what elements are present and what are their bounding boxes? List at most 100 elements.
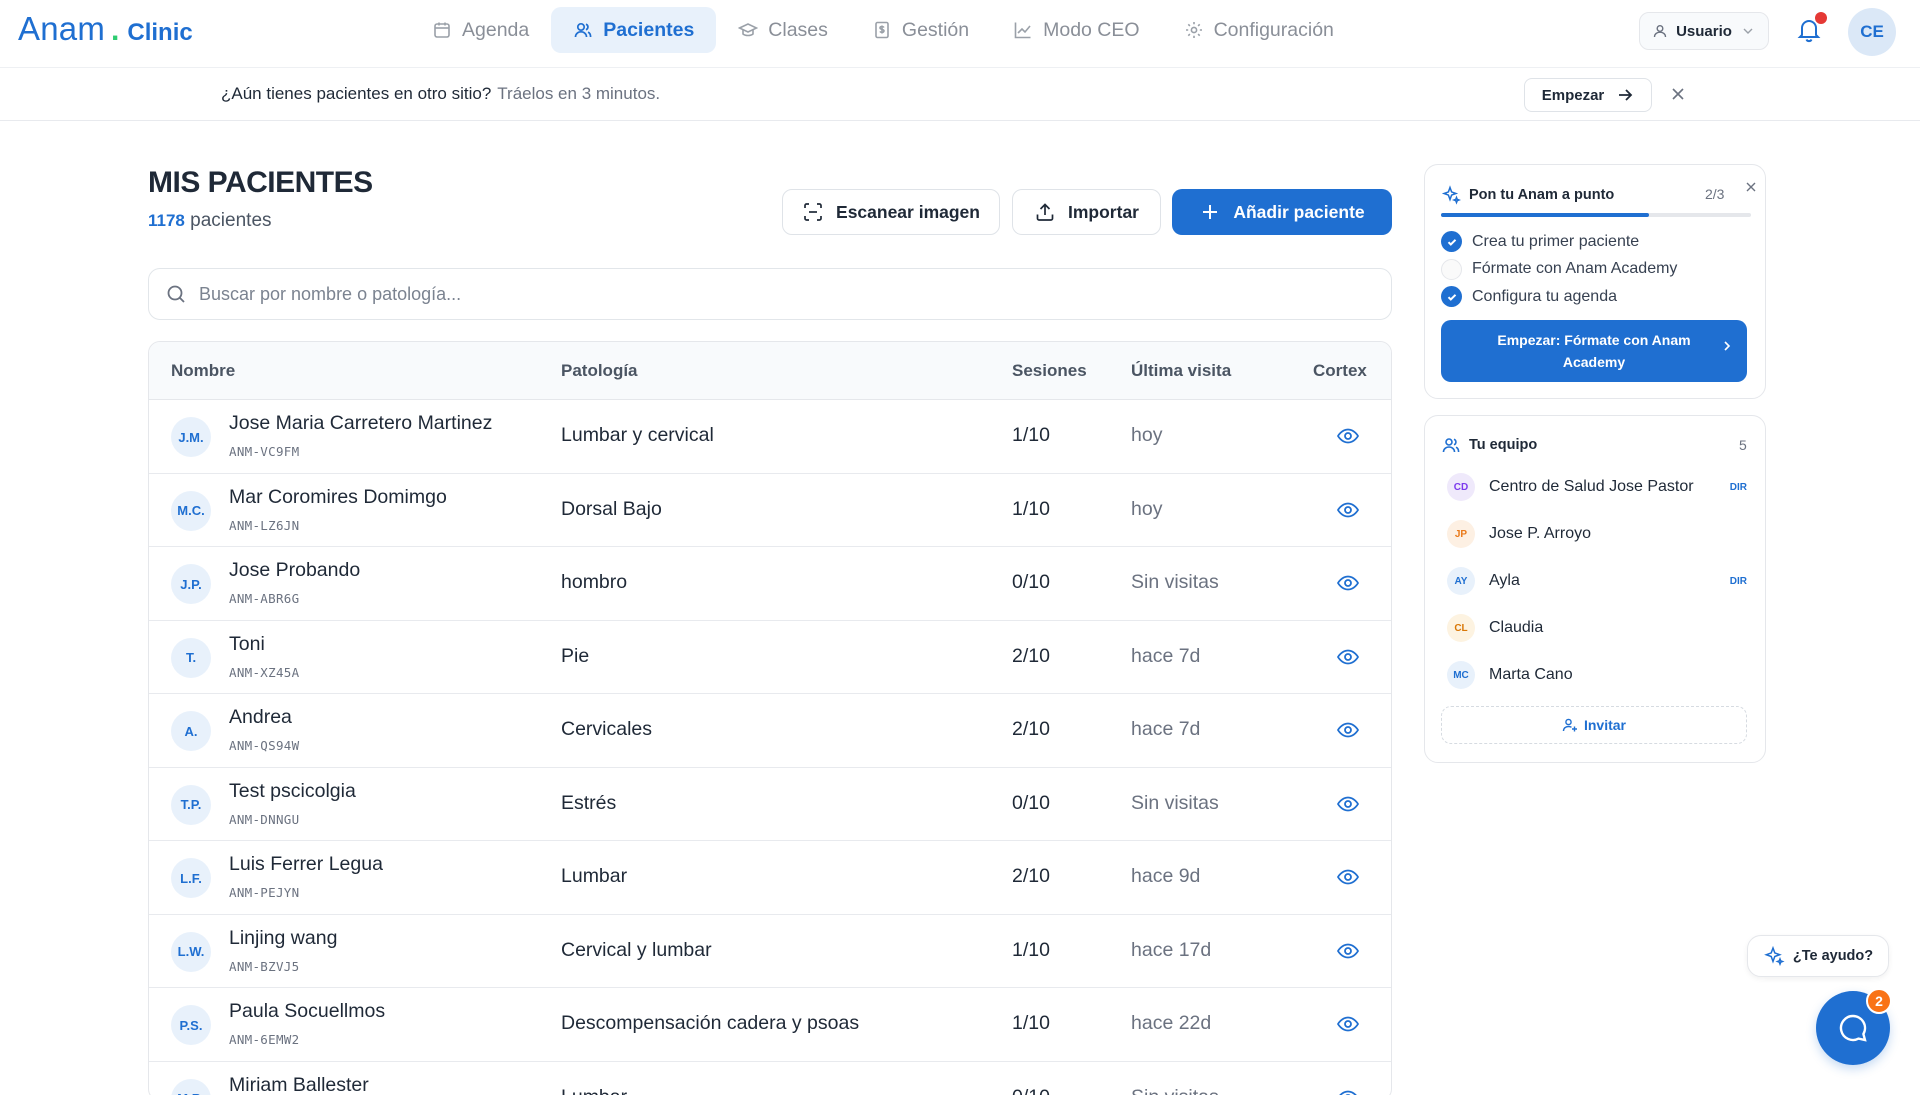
brand-logo[interactable]: Anam . Clinic (18, 10, 193, 48)
team-member[interactable]: CD Centro de Salud Jose Pastor DIR (1447, 473, 1747, 501)
invoice-icon (875, 21, 889, 39)
table-row[interactable]: T. Toni ANM-XZ45A Pie 2/10 hace 7d (149, 621, 1391, 694)
nav-modo-ceo[interactable]: Modo CEO (991, 7, 1161, 53)
gear-icon (1185, 22, 1202, 38)
team-member[interactable]: AY Ayla DIR (1447, 567, 1747, 595)
onboarding-step[interactable]: Crea tu primer paciente (1441, 231, 1639, 252)
onboarding-step[interactable]: Fórmate con Anam Academy (1441, 258, 1677, 280)
eye-icon[interactable] (1336, 794, 1360, 814)
team-member-avatar: JP (1447, 520, 1475, 548)
patient-name[interactable]: Mar Coromires Domimgo (229, 486, 447, 509)
plus-icon (1203, 205, 1218, 219)
eye-icon[interactable] (1336, 573, 1360, 593)
notification-dot (1815, 12, 1827, 24)
patient-code: ANM-XZ45A (229, 664, 300, 680)
column-header-cortex: Cortex (1313, 361, 1367, 380)
eye-icon[interactable] (1336, 1014, 1360, 1034)
nav-pacientes[interactable]: Pacientes (551, 7, 717, 53)
add-patient-button[interactable]: Añadir paciente (1172, 189, 1392, 235)
user-menu-button[interactable]: Usuario (1639, 12, 1769, 50)
banner-subtext: Tráelos en 3 minutos. (497, 84, 661, 103)
patient-code: ANM-ABR6G (229, 591, 300, 606)
patient-name[interactable]: Miriam Ballester (229, 1074, 369, 1095)
team-member[interactable]: CL Claudia (1447, 614, 1747, 642)
team-member[interactable]: MC Marta Cano (1447, 661, 1747, 689)
patient-code: ANM-VC9FM (229, 444, 300, 459)
patient-name[interactable]: Toni (229, 633, 265, 656)
patient-last-visit: hace 17d (1131, 938, 1212, 961)
upload-icon (1036, 203, 1054, 221)
patient-last-visit: hoy (1131, 497, 1163, 520)
invite-button[interactable]: Invitar (1441, 706, 1747, 744)
nav-clases[interactable]: Clases (716, 7, 850, 53)
eye-icon[interactable] (1336, 867, 1360, 887)
patient-avatar: L.F. (171, 858, 211, 898)
import-label: Importar (1068, 201, 1139, 222)
patient-avatar: M.B. (171, 1078, 211, 1095)
account-avatar[interactable]: CE (1848, 8, 1896, 56)
patient-search[interactable] (148, 268, 1392, 320)
table-row[interactable]: M.B. Miriam Ballester Lumbar 0/10 Sin visita… (149, 1062, 1391, 1095)
column-header-name[interactable]: Nombre (171, 361, 235, 381)
table-row[interactable]: L.W. Linjing wang ANM-BZVJ5 Cervical y lumb… (149, 915, 1391, 988)
chart-line-icon (1014, 22, 1031, 39)
help-button[interactable]: ¿Te ayudo? (1747, 935, 1889, 977)
eye-icon[interactable] (1336, 426, 1360, 446)
import-button[interactable]: Importar (1012, 189, 1161, 235)
patient-sessions: 1/10 (1012, 424, 1050, 446)
close-icon[interactable] (1668, 84, 1688, 104)
patient-pathology: Lumbar (561, 1086, 627, 1095)
team-member-avatar: CL (1447, 614, 1475, 642)
patient-name[interactable]: Test pscicolgia (229, 780, 356, 803)
team-member[interactable]: JP Jose P. Arroyo (1447, 520, 1747, 548)
patient-avatar: M.C. (171, 490, 211, 531)
patient-name[interactable]: Jose Maria Carretero Martinez (229, 412, 492, 435)
checkmark-icon (1441, 231, 1462, 252)
patient-name[interactable]: Paula Socuellmos (229, 1000, 385, 1023)
table-row[interactable]: A. Andrea ANM-QS94W Cervicales 2/10 hace 7d (149, 694, 1391, 768)
table-row[interactable]: J.P. Jose Probando ANM-ABR6G hombro 0/10 Sin … (149, 547, 1391, 621)
patient-pathology: Cervicales (561, 718, 653, 740)
onboarding-step[interactable]: Configura tu agenda (1441, 286, 1617, 307)
patient-name[interactable]: Andrea (229, 706, 292, 729)
patient-pathology: Cervical y lumbar (561, 938, 712, 961)
banner-start-label: Empezar (1541, 86, 1605, 104)
eye-icon[interactable] (1336, 1088, 1360, 1095)
column-header-pathology[interactable]: Patología (561, 361, 638, 381)
column-header-sessions[interactable]: Sesiones (1012, 361, 1087, 381)
patient-name[interactable]: Jose Probando (229, 559, 360, 582)
search-input[interactable] (199, 283, 1349, 305)
patient-pathology: Lumbar (561, 865, 628, 887)
chat-unread-badge: 2 (1866, 988, 1892, 1014)
banner-start-button[interactable]: Empezar (1524, 78, 1652, 112)
patient-last-visit: hace 22d (1131, 1012, 1212, 1034)
eye-icon[interactable] (1336, 500, 1360, 520)
patient-name[interactable]: Linjing wang (229, 927, 337, 950)
table-row[interactable]: P.S. Paula Socuellmos ANM-6EMW2 Descompensa… (149, 988, 1391, 1062)
scan-image-label: Escanear imagen (836, 201, 980, 222)
patient-avatar: J.M. (171, 417, 211, 457)
table-row[interactable]: M.C. Mar Coromires Domimgo ANM-LZ6JN Dorsal… (149, 474, 1391, 547)
table-row[interactable]: L.F. Luis Ferrer Legua ANM-PEJYN Lumbar 2/10… (149, 841, 1391, 915)
onboarding-cta-button[interactable]: Empezar: Fórmate con Anam Academy (1441, 320, 1747, 382)
column-header-last-visit[interactable]: Última visita (1131, 361, 1231, 381)
table-row[interactable]: J.M. Jose Maria Carretero Martinez ANM-VC9… (149, 400, 1391, 474)
patient-avatar: T. (171, 637, 211, 678)
nav-configuracion[interactable]: Configuración (1162, 7, 1356, 53)
team-member-name: Claudia (1489, 619, 1544, 636)
chat-bubble-icon (1839, 1014, 1867, 1042)
nav-agenda[interactable]: Agenda (410, 7, 551, 53)
patient-last-visit: Sin visitas (1131, 571, 1219, 593)
table-row[interactable]: T.P. Test pscicolgia ANM-DNNGU Estrés 0/10 Si… (149, 768, 1391, 841)
patient-pathology: Pie (561, 644, 590, 667)
close-icon[interactable] (1743, 179, 1759, 195)
patient-code: ANM-QS94W (229, 738, 300, 753)
scan-image-button[interactable]: Escanear imagen (782, 189, 1000, 235)
eye-icon[interactable] (1336, 720, 1360, 740)
nav-gestion[interactable]: Gestión (850, 7, 991, 53)
patient-sessions: 1/10 (1012, 497, 1050, 520)
eye-icon[interactable] (1336, 941, 1360, 961)
patient-name[interactable]: Luis Ferrer Legua (229, 853, 383, 876)
patient-pathology: Estrés (561, 791, 617, 814)
eye-icon[interactable] (1336, 647, 1360, 667)
